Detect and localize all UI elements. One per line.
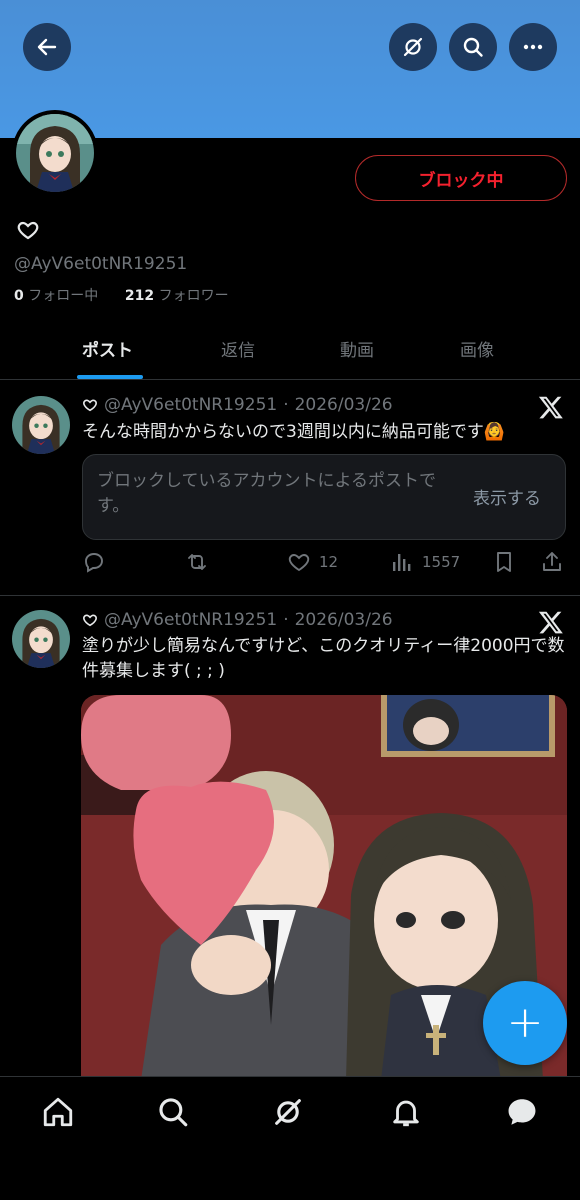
blocked-button[interactable]: ブロック中 <box>355 155 567 201</box>
followers-count: 212 <box>124 288 155 304</box>
grok-icon <box>403 37 423 57</box>
views-count: 1557 <box>422 553 461 571</box>
post-text: 塗りが少し簡易なんですけど、このクオリティー律2000円で数件募集します( ; … <box>82 636 565 681</box>
back-button[interactable] <box>23 23 71 71</box>
views-button[interactable]: 1557 <box>390 550 460 574</box>
profile-banner <box>0 0 580 138</box>
following-label: フォロー中 <box>28 288 99 304</box>
like-button[interactable]: 12 <box>287 550 338 574</box>
share-icon <box>543 552 561 571</box>
post-meta: @AyV6et0tNR19251 · 2026/03/26 <box>82 610 393 630</box>
repost-button[interactable] <box>185 550 209 574</box>
profile-avatar[interactable] <box>12 110 98 196</box>
meta-separator: · <box>283 610 289 630</box>
plus-icon: + <box>506 997 544 1048</box>
heart-icon <box>288 554 310 572</box>
bookmark-button[interactable] <box>492 550 516 574</box>
reply-icon <box>85 553 103 573</box>
bookmark-icon <box>497 552 511 572</box>
arrow-left-icon <box>37 38 57 56</box>
heart-icon <box>83 399 97 412</box>
post-item[interactable]: @AyV6et0tNR19251 · 2026/03/26 そんな時間かからない… <box>0 380 580 596</box>
blocked-quote-box: ブロックしているアカウントによるポストです。 表示する <box>82 454 566 540</box>
post-actions: 12 1557 <box>82 550 572 580</box>
heart-icon <box>83 614 97 627</box>
post-meta: @AyV6et0tNR19251 · 2026/03/26 <box>82 395 393 415</box>
post-date: 2026/03/26 <box>294 610 393 630</box>
show-post-button[interactable]: 表示する <box>473 484 541 509</box>
blocked-button-label: ブロック中 <box>418 170 504 191</box>
bottom-nav <box>0 1076 580 1200</box>
follow-stats: 0 フォロー中 212 フォロワー <box>14 285 229 305</box>
like-count: 12 <box>319 553 339 571</box>
tab-posts[interactable]: ポスト <box>82 336 133 361</box>
profile-handle: @AyV6et0tNR19251 <box>14 254 188 274</box>
post-handle: @AyV6et0tNR19251 <box>104 395 278 415</box>
following-count: 0 <box>14 288 24 304</box>
tab-images[interactable]: 画像 <box>460 336 494 361</box>
tab-videos[interactable]: 動画 <box>340 336 374 361</box>
heart-icon <box>17 221 39 240</box>
grok-icon[interactable] <box>271 1095 305 1129</box>
active-tab-indicator <box>77 375 143 379</box>
post-avatar[interactable] <box>12 610 70 668</box>
followers-label: フォロワー <box>158 288 229 304</box>
search-button[interactable] <box>449 23 497 71</box>
meta-separator: · <box>283 395 289 415</box>
post-handle: @AyV6et0tNR19251 <box>104 610 278 630</box>
followers-link[interactable]: 212 フォロワー <box>125 288 229 304</box>
post-date: 2026/03/26 <box>294 395 393 415</box>
more-button[interactable] <box>509 23 557 71</box>
bell-icon[interactable] <box>389 1095 423 1129</box>
following-link[interactable]: 0 フォロー中 <box>14 288 98 304</box>
views-icon <box>393 554 411 571</box>
blocked-notice: ブロックしているアカウントによるポストです。 <box>97 471 436 516</box>
home-icon[interactable] <box>41 1095 75 1129</box>
x-logo-icon <box>538 396 563 419</box>
share-button[interactable] <box>540 550 564 574</box>
more-horizontal-icon <box>523 44 543 50</box>
compose-button[interactable]: + <box>483 981 567 1065</box>
search-icon[interactable] <box>156 1095 190 1129</box>
grok-button[interactable] <box>389 23 437 71</box>
chat-icon[interactable] <box>505 1095 539 1129</box>
x-logo-icon <box>538 611 563 634</box>
profile-tabs: ポスト 返信 動画 画像 <box>0 320 580 380</box>
tab-replies[interactable]: 返信 <box>221 336 255 361</box>
repost-icon <box>188 554 206 570</box>
reply-button[interactable] <box>82 550 106 574</box>
post-avatar[interactable] <box>12 396 70 454</box>
post-text: そんな時間かからないので3週間以内に納品可能です🙆 <box>82 422 505 442</box>
search-icon <box>463 37 483 57</box>
